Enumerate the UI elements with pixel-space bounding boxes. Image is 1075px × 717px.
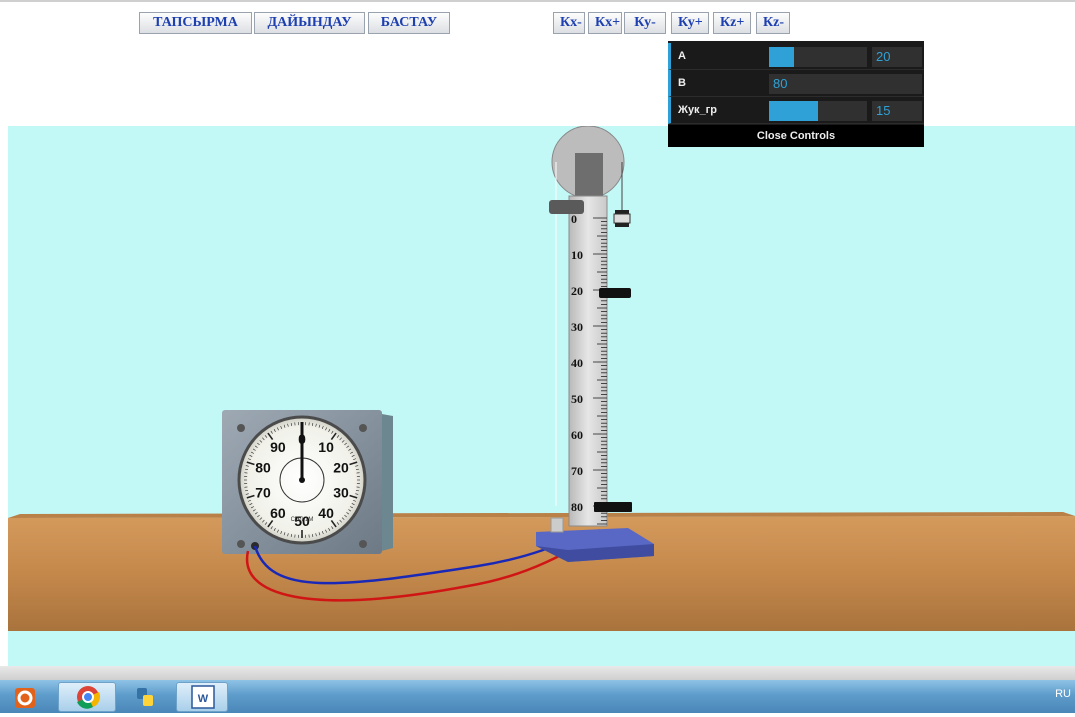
control-b-label: B <box>678 77 686 89</box>
control-load-value[interactable]: 15 <box>872 101 922 121</box>
hanging-weight[interactable] <box>614 210 630 227</box>
camera-y-plus-button[interactable]: Ку+ <box>671 12 709 34</box>
task-button[interactable]: ТАПСЫРМА <box>139 12 252 34</box>
camera-x-plus-button[interactable]: Кх+ <box>588 12 622 34</box>
scale-number: 0 <box>571 212 577 226</box>
dial-number: 10 <box>318 439 334 455</box>
control-b[interactable]: B 80 <box>668 70 924 97</box>
camera-z-plus-button[interactable]: Кz+ <box>713 12 751 34</box>
photogate-upper[interactable] <box>599 288 631 298</box>
control-a-slider[interactable] <box>769 47 867 67</box>
chrome-icon[interactable] <box>58 682 116 712</box>
dial-number: 30 <box>333 485 349 501</box>
stopwatch-brand: СЭЛ-1М <box>291 517 314 523</box>
control-a[interactable]: A 20 <box>668 43 924 70</box>
close-controls-button[interactable]: Close Controls <box>668 125 924 147</box>
dial-number: 20 <box>333 459 349 475</box>
camera-y-minus-button[interactable]: Ку- <box>624 12 666 34</box>
dial-number: 80 <box>255 459 271 475</box>
control-b-value[interactable]: 80 <box>769 74 922 94</box>
photogate-lower[interactable] <box>594 502 632 512</box>
scale-number: 70 <box>571 464 583 478</box>
camera-z-minus-button[interactable]: Кz- <box>756 12 790 34</box>
simulation-scene[interactable]: 0102030405060708090 СЭЛ-1М 0102030405060… <box>8 126 1075 666</box>
dial-number: 90 <box>270 439 286 455</box>
dial-number: 60 <box>270 505 286 521</box>
scale-number: 10 <box>571 248 583 262</box>
dial-number: 40 <box>318 505 334 521</box>
scale-number: 40 <box>571 356 583 370</box>
scale-number: 50 <box>571 392 583 406</box>
python-icon[interactable] <box>122 682 170 712</box>
top-border <box>0 0 1075 2</box>
language-indicator[interactable]: RU <box>1055 688 1071 700</box>
control-load[interactable]: Жук_гр 15 <box>668 97 924 124</box>
control-a-label: A <box>678 50 686 62</box>
scale-number: 30 <box>571 320 583 334</box>
word-icon[interactable]: W <box>176 682 228 712</box>
controls-panel[interactable]: A 20 B 80 Жук_гр 15 Close Controls <box>668 41 924 147</box>
control-load-label: Жук_гр <box>678 104 717 116</box>
control-a-value[interactable]: 20 <box>872 47 922 67</box>
svg-text:W: W <box>198 693 209 705</box>
dial-number: 70 <box>255 485 271 501</box>
scale-number: 80 <box>571 500 583 514</box>
scale-number: 20 <box>571 284 583 298</box>
scale-number: 60 <box>571 428 583 442</box>
control-load-slider[interactable] <box>769 101 867 121</box>
opera-icon[interactable] <box>4 682 48 712</box>
page-scrollbar[interactable] <box>0 666 1075 680</box>
top-clamp[interactable] <box>549 200 584 214</box>
camera-x-minus-button[interactable]: Кх- <box>553 12 585 34</box>
stopwatch[interactable]: 0102030405060708090 СЭЛ-1М <box>222 410 393 554</box>
start-button[interactable]: БАСТАУ <box>368 12 450 34</box>
taskbar: W RU <box>0 680 1075 713</box>
prepare-button[interactable]: ДАЙЫНДАУ <box>254 12 365 34</box>
